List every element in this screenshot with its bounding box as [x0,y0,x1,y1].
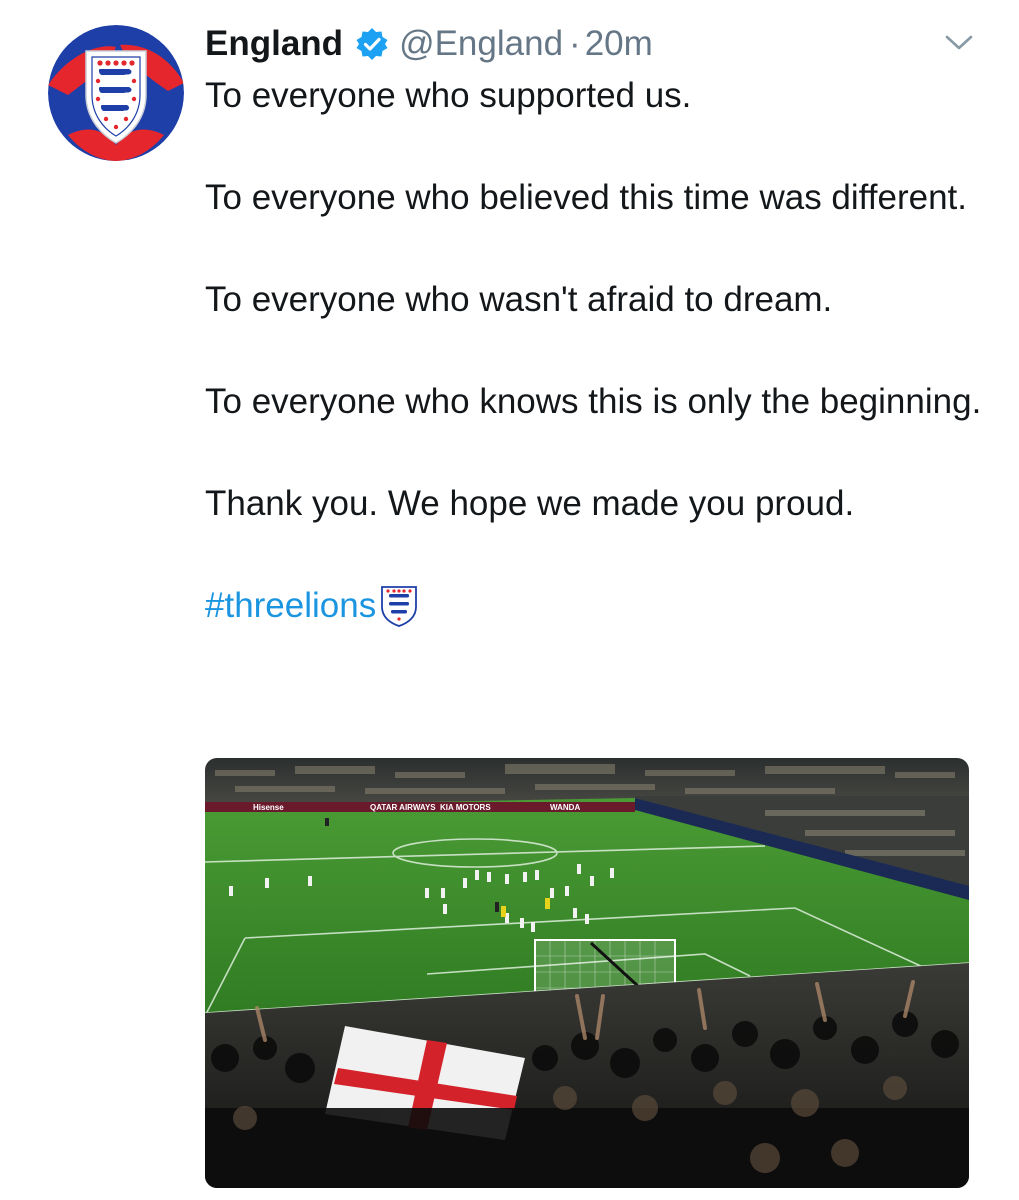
tweet-paragraph: Thank you. We hope we made you proud. [205,484,855,523]
hashtag-link[interactable]: #threelions [205,580,376,631]
tweet-paragraph: To everyone who believed this time was d… [205,178,967,217]
profile-avatar[interactable] [48,25,184,161]
ad-board-wanda: WANDA [550,803,580,812]
three-lions-crest-icon [48,25,184,161]
tweet-media-photo[interactable]: Hisense QATAR AIRWAYS KIA MOTORS WANDA [205,758,969,1188]
user-handle[interactable]: @England [399,24,563,64]
header-separator: · [569,24,581,63]
ad-board-kia: KIA MOTORS [440,803,491,812]
tweet-paragraph: To everyone who knows this is only the b… [205,382,982,421]
ad-board-qatar: QATAR AIRWAYS [370,803,436,812]
display-name[interactable]: England [205,24,343,64]
ad-board-hisense: Hisense [253,803,284,812]
tweet-paragraph: To everyone who wasn't afraid to dream. [205,280,833,319]
verified-badge-icon [355,27,389,61]
hashtag-line: #threelions [205,580,995,631]
tweet: England @England · 20m To everyone who s… [0,0,1019,1200]
tweet-header: England @England · 20m [205,20,653,68]
tweet-timestamp[interactable]: 20m [585,24,653,64]
chevron-down-icon[interactable] [944,32,974,54]
tweet-paragraph: To everyone who supported us. [205,76,692,115]
tweet-text: To everyone who supported us. To everyon… [205,70,995,631]
three-lions-crest-icon [380,585,418,627]
stadium-photo: Hisense QATAR AIRWAYS KIA MOTORS WANDA [205,758,969,1188]
